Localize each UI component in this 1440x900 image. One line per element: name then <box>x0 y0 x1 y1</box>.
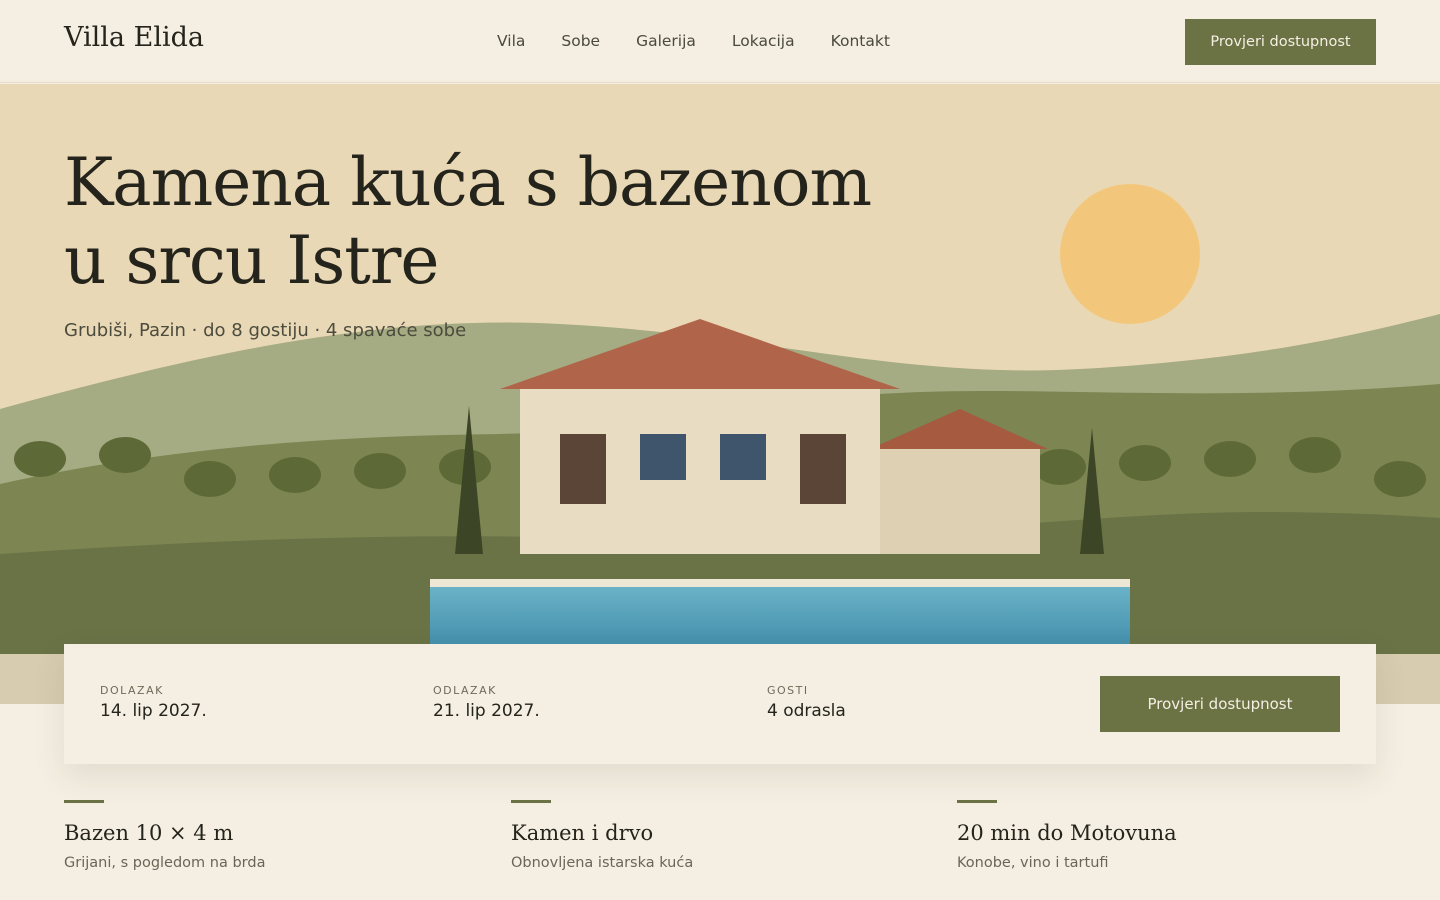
booking-bar: DOLAZAK 14. lip 2027. ODLAZAK 21. lip 20… <box>64 644 1376 764</box>
departure-label: ODLAZAK <box>433 684 497 697</box>
guests-value: 4 odrasla <box>767 701 846 721</box>
arrival-value: 14. lip 2027. <box>100 701 207 721</box>
feature-motovun: 20 min do Motovuna Konobe, vino i tartuf… <box>957 800 1177 871</box>
site-logo[interactable]: Villa Elida <box>64 22 204 53</box>
feature-title: Kamen i drvo <box>511 821 654 845</box>
header-check-availability-button[interactable]: Provjeri dostupnost <box>1185 19 1376 65</box>
sun-shape <box>1060 184 1200 324</box>
nav-link-sobe[interactable]: Sobe <box>561 32 600 50</box>
feature-description: Konobe, vino i tartufi <box>957 855 1109 871</box>
main-nav: Vila Sobe Galerija Lokacija Kontakt <box>497 32 890 50</box>
nav-link-lokacija[interactable]: Lokacija <box>732 32 795 50</box>
pool-edge <box>430 579 1130 587</box>
right-door <box>800 434 846 504</box>
guests-field[interactable]: GOSTI 4 odrasla <box>767 684 846 721</box>
feature-rule <box>511 800 551 803</box>
house-annex <box>880 449 1040 554</box>
window-left <box>640 434 686 480</box>
arrival-field[interactable]: DOLAZAK 14. lip 2027. <box>100 684 207 721</box>
departure-value: 21. lip 2027. <box>433 701 540 721</box>
nav-link-kontakt[interactable]: Kontakt <box>831 32 890 50</box>
hero-section: Kamena kuća s bazenom u srcu Istre Grubi… <box>0 84 1440 654</box>
arrival-label: DOLAZAK <box>100 684 164 697</box>
feature-title: Bazen 10 × 4 m <box>64 821 234 845</box>
nav-link-galerija[interactable]: Galerija <box>636 32 696 50</box>
nav-link-vila[interactable]: Vila <box>497 32 525 50</box>
left-door <box>560 434 606 504</box>
feature-pool: Bazen 10 × 4 m Grijani, s pogledom na br… <box>64 800 265 871</box>
guests-label: GOSTI <box>767 684 809 697</box>
feature-title: 20 min do Motovuna <box>957 821 1177 845</box>
feature-rule <box>64 800 104 803</box>
booking-check-availability-button[interactable]: Provjeri dostupnost <box>1100 676 1340 732</box>
hero-subtitle: Grubiši, Pazin · do 8 gostiju · 4 spavać… <box>64 320 467 341</box>
departure-field[interactable]: ODLAZAK 21. lip 2027. <box>433 684 540 721</box>
feature-stone-wood: Kamen i drvo Obnovljena istarska kuća <box>511 800 693 871</box>
window-right <box>720 434 766 480</box>
feature-description: Grijani, s pogledom na brda <box>64 855 266 871</box>
feature-rule <box>957 800 997 803</box>
site-header: Villa Elida Vila Sobe Galerija Lokacija … <box>0 0 1440 83</box>
feature-description: Obnovljena istarska kuća <box>511 855 694 871</box>
hero-title: Kamena kuća s bazenom u srcu Istre <box>64 144 872 299</box>
